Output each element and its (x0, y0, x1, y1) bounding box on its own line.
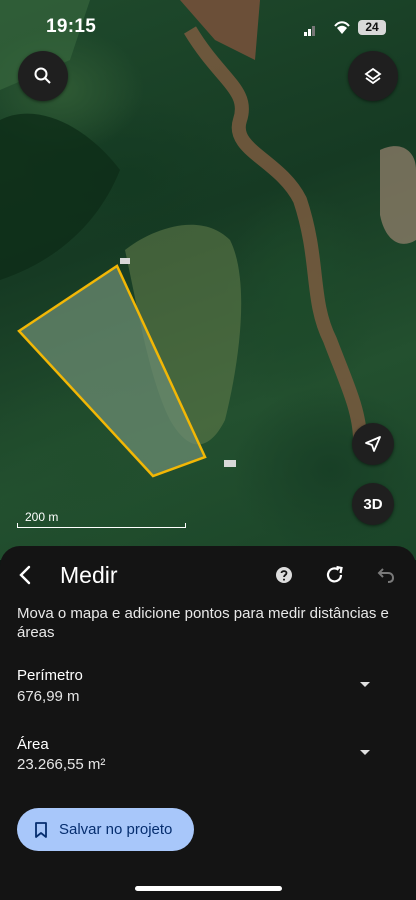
scale-label: 200 m (25, 510, 59, 524)
3d-label: 3D (363, 495, 383, 513)
battery-indicator: 24 (358, 20, 386, 35)
perimeter-label: Perímetro (17, 667, 83, 684)
help-button[interactable] (272, 563, 296, 587)
panel-header: Medir (0, 546, 416, 606)
perimeter-value: 676,99 m (17, 688, 80, 705)
bookmark-icon (35, 821, 47, 838)
search-icon (34, 67, 51, 84)
building (120, 258, 130, 264)
building (224, 460, 236, 467)
back-arrow-icon[interactable] (14, 563, 38, 587)
home-indicator (135, 886, 282, 891)
navigation-icon (365, 436, 381, 452)
scale-bar: 200 m (17, 510, 187, 528)
undo-button[interactable] (374, 563, 398, 587)
area-label: Área (17, 736, 49, 753)
scale-line (17, 523, 186, 528)
layers-icon (364, 67, 382, 85)
area-value: 23.266,55 m² (17, 756, 106, 773)
instructions-text: Mova o mapa e adicione pontos para medir… (17, 605, 389, 641)
help-icon (276, 567, 292, 583)
signal-icon (304, 26, 315, 36)
redo-button[interactable] (323, 563, 347, 587)
save-to-project-button[interactable]: Salvar no projeto (17, 808, 194, 851)
clearing-right (380, 146, 416, 244)
my-location-button[interactable] (352, 423, 394, 465)
panel-title: Medir (60, 562, 118, 588)
status-bar: 19:15 24 (0, 0, 416, 52)
satellite-map[interactable]: 19:15 24 3D 200 m (0, 0, 416, 560)
redo-icon (326, 565, 343, 583)
status-time: 19:15 (46, 16, 97, 37)
3d-button[interactable]: 3D (352, 483, 394, 525)
save-label: Salvar no projeto (59, 821, 173, 838)
search-button[interactable] (18, 51, 68, 101)
measure-panel: Medir Mova o mapa e adicione pontos para… (0, 546, 416, 900)
dropdown-icon[interactable] (358, 680, 372, 690)
dropdown-icon[interactable] (358, 748, 372, 758)
wifi-icon (334, 21, 350, 34)
layers-button[interactable] (348, 51, 398, 101)
dark-forest (0, 113, 120, 280)
undo-icon (377, 568, 395, 583)
